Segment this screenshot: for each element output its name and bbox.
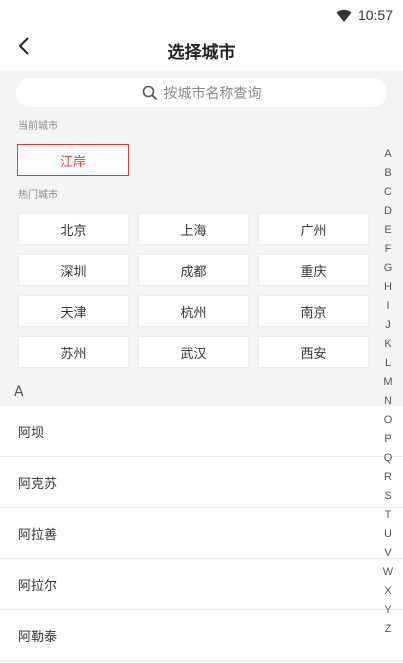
hot-city-button[interactable]: 西安 [258, 336, 369, 368]
index-letter[interactable]: K [378, 335, 398, 354]
current-city-button[interactable]: 江岸 [17, 144, 129, 176]
index-letter[interactable]: F [378, 240, 398, 259]
search-icon [142, 85, 158, 101]
city-list-item[interactable]: 阿克苏 [0, 457, 403, 508]
index-letter[interactable]: I [378, 297, 398, 316]
city-list-item[interactable]: 阿拉尔 [0, 559, 403, 610]
status-bar: 10:57 [0, 0, 403, 30]
index-letter[interactable]: Q [378, 449, 398, 468]
page-title: 选择城市 [167, 43, 236, 63]
header: 选择城市 [0, 30, 403, 70]
status-icons: 10:57 [336, 6, 393, 24]
city-list-item[interactable]: 阿坝 [0, 406, 403, 457]
index-letter[interactable]: X [378, 582, 398, 601]
index-letter[interactable]: E [378, 221, 398, 240]
index-letter[interactable]: Y [378, 601, 398, 620]
wifi-icon [336, 8, 352, 22]
index-letter[interactable]: J [378, 316, 398, 335]
index-letter[interactable]: M [378, 373, 398, 392]
hot-city-button[interactable]: 杭州 [138, 295, 249, 327]
hot-city-button[interactable]: 北京 [18, 213, 129, 245]
index-letter[interactable]: W [378, 563, 398, 582]
hot-city-button[interactable]: 重庆 [258, 254, 369, 286]
current-city-label: 当前城市 [18, 121, 58, 132]
index-letter[interactable]: O [378, 411, 398, 430]
index-letter[interactable]: T [378, 506, 398, 525]
index-letter[interactable]: Z [378, 620, 398, 639]
index-letter[interactable]: H [378, 278, 398, 297]
index-letter[interactable]: C [378, 183, 398, 202]
index-letter[interactable]: G [378, 259, 398, 278]
hot-city-button[interactable]: 上海 [138, 213, 249, 245]
hot-city-button[interactable]: 成都 [138, 254, 249, 286]
hot-city-button[interactable]: 深圳 [18, 254, 129, 286]
index-letter[interactable]: S [378, 487, 398, 506]
status-time: 10:57 [357, 7, 393, 23]
index-letter[interactable]: A [378, 145, 398, 164]
index-letter[interactable]: U [378, 525, 398, 544]
index-letter[interactable]: B [378, 164, 398, 183]
index-letter[interactable]: N [378, 392, 398, 411]
search-placeholder: 按城市名称查询 [163, 85, 262, 102]
city-list: 阿坝 阿克苏 阿拉善 阿拉尔 阿勒泰 [0, 406, 403, 663]
index-letter[interactable]: D [378, 202, 398, 221]
index-letter[interactable]: V [378, 544, 398, 563]
hot-city-button[interactable]: 南京 [258, 295, 369, 327]
hot-city-button[interactable]: 天津 [18, 295, 129, 327]
alphabet-index-bar[interactable]: A B C D E F G H I J K L M N O P Q R S T … [378, 145, 398, 641]
city-list-item[interactable]: 阿拉善 [0, 508, 403, 559]
hot-city-button[interactable]: 武汉 [138, 336, 249, 368]
index-letter[interactable]: L [378, 354, 398, 373]
index-letter[interactable]: P [378, 430, 398, 449]
section-header-letter: A [14, 384, 24, 400]
search-input[interactable]: 按城市名称查询 [16, 78, 387, 107]
city-list-item[interactable]: 阿勒泰 [0, 610, 403, 661]
hot-city-button[interactable]: 广州 [258, 213, 369, 245]
index-letter[interactable]: R [378, 468, 398, 487]
hot-cities-label: 热门城市 [18, 190, 58, 201]
hot-city-button[interactable]: 苏州 [18, 336, 129, 368]
